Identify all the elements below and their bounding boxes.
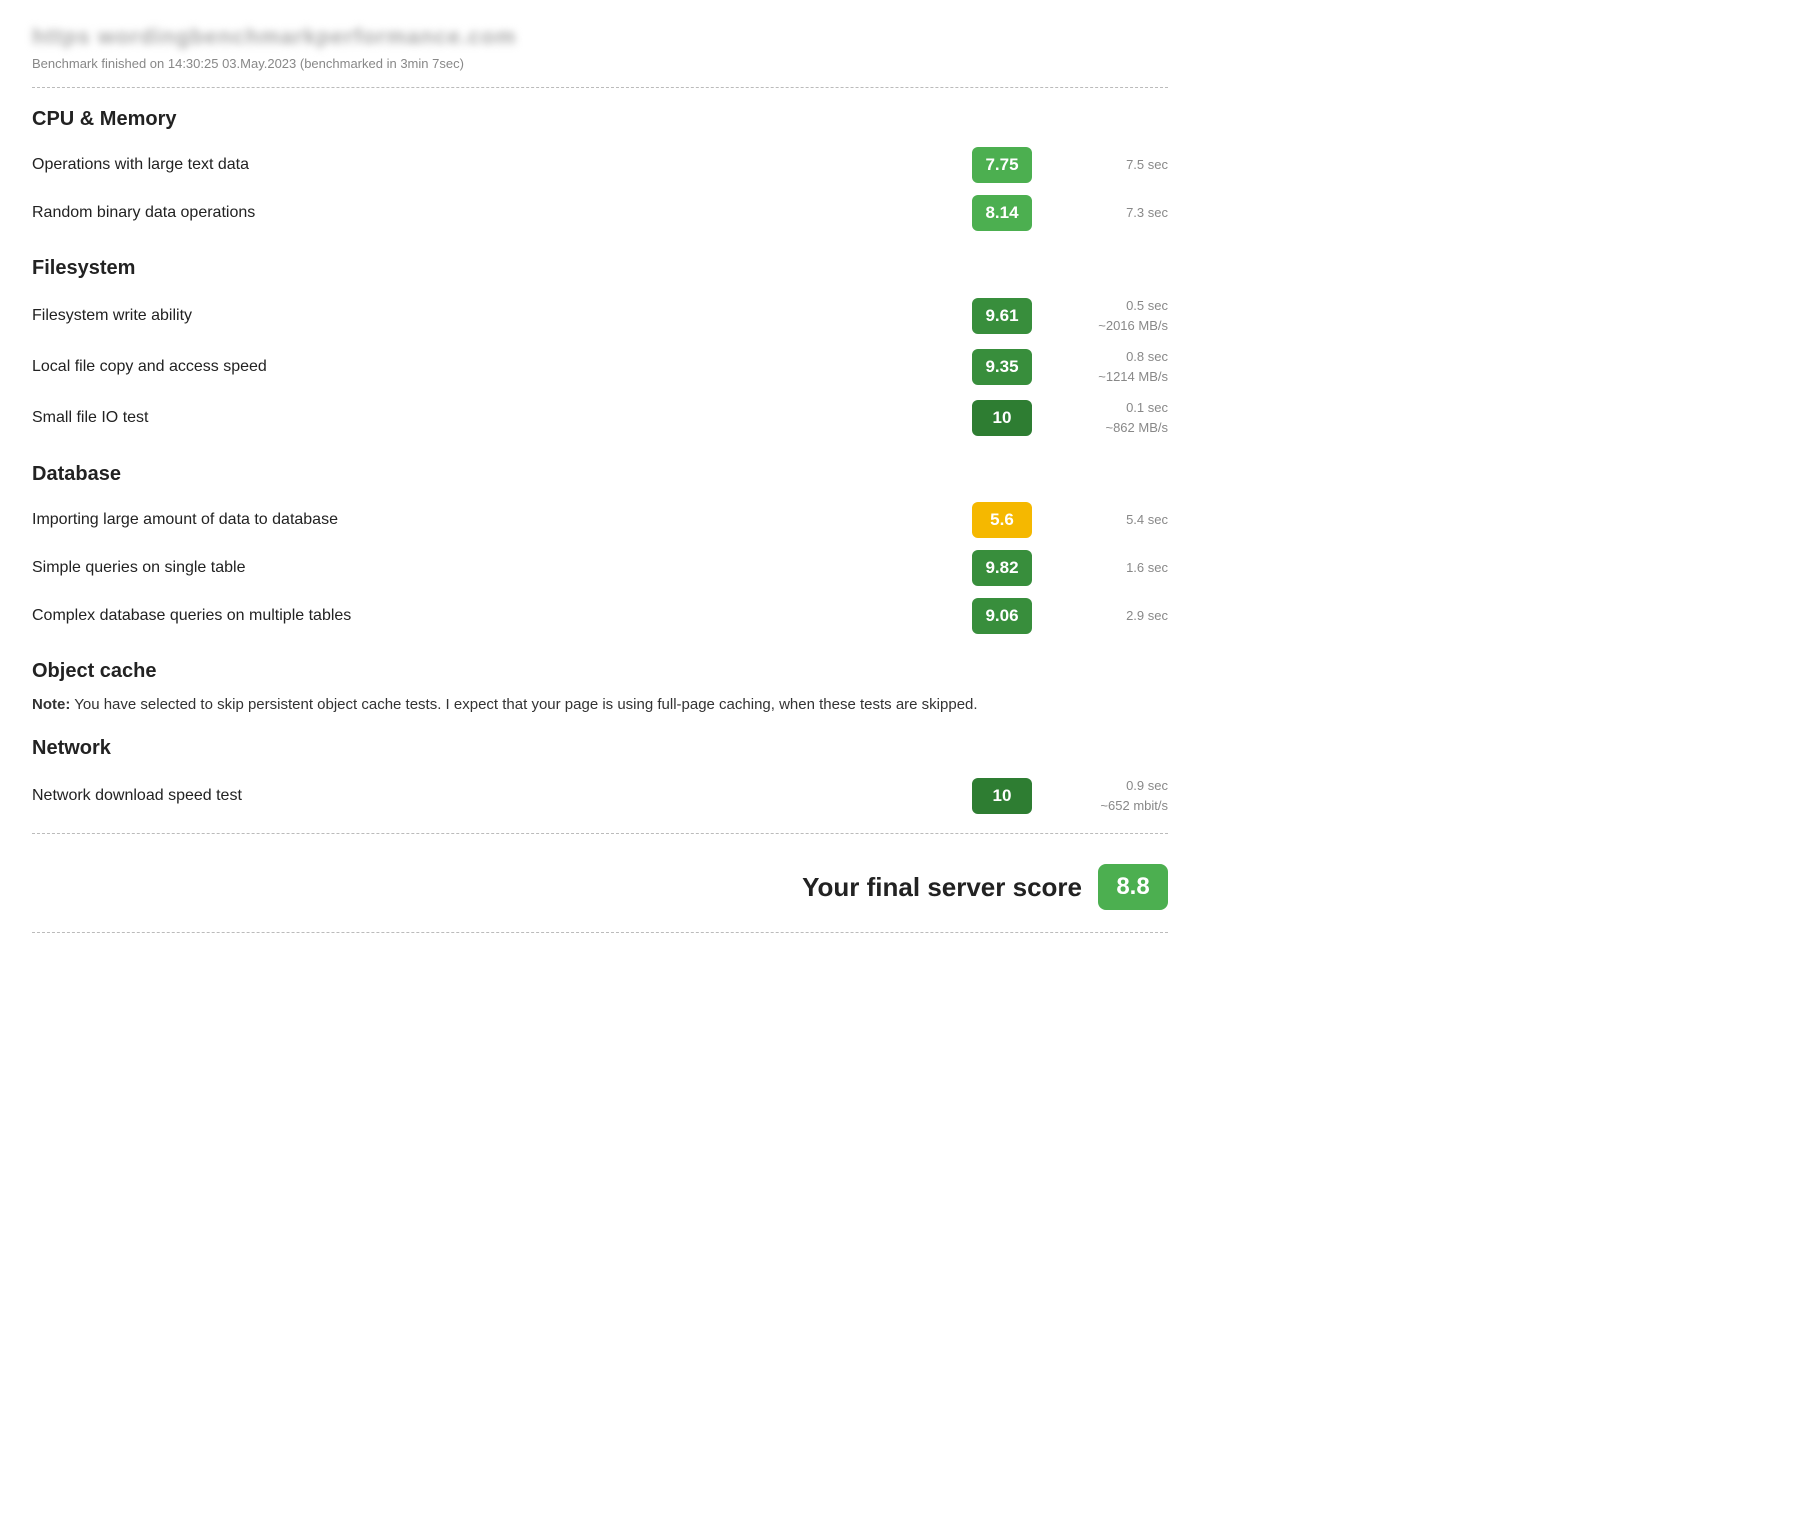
top-divider [32,87,1168,88]
benchmark-meta: 1.6 sec [1048,558,1168,578]
score-badge: 9.61 [972,298,1032,334]
score-badge: 9.82 [972,550,1032,586]
final-score-label: Your final server score [802,872,1082,903]
final-score-row: Your final server score 8.8 [32,846,1168,920]
score-badge: 10 [972,778,1032,814]
benchmark-row: Simple queries on single table9.82 1.6 se… [32,544,1168,592]
benchmark-label: Small file IO test [32,409,972,427]
site-url: https wordingbenchmarkperformance.com [32,24,1168,50]
benchmark-row: Random binary data operations8.14 7.3 sec [32,189,1168,237]
benchmark-label: Operations with large text data [32,156,972,174]
benchmark-meta: 7.5 sec [1048,155,1168,175]
benchmark-meta: 0.5 sec~2016 MB/s [1048,296,1168,335]
benchmark-row: Complex database queries on multiple tab… [32,592,1168,640]
benchmark-row: Operations with large text data7.75 7.5 s… [32,141,1168,189]
score-badge: 8.14 [972,195,1032,231]
section-title-filesystem: Filesystem [32,257,1168,280]
benchmark-meta: 5.4 sec [1048,510,1168,530]
benchmark-label: Random binary data operations [32,204,972,222]
final-score-badge: 8.8 [1098,864,1168,910]
section-title-network: Network [32,737,1168,760]
section-title-object-cache: Object cache [32,660,1168,683]
benchmark-meta: 0.9 sec~652 mbit/s [1048,776,1168,815]
section-note-object-cache: Note: You have selected to skip persiste… [32,693,1168,717]
section-title-database: Database [32,463,1168,486]
benchmark-meta: 7.3 sec [1048,203,1168,223]
benchmark-meta: 0.1 sec~862 MB/s [1048,398,1168,437]
benchmark-row: Local file copy and access speed9.35 0.8 … [32,341,1168,392]
benchmark-info: Benchmark finished on 14:30:25 03.May.20… [32,56,1168,71]
bottom-divider-1 [32,833,1168,834]
score-badge: 5.6 [972,502,1032,538]
score-badge: 7.75 [972,147,1032,183]
benchmark-label: Local file copy and access speed [32,358,972,376]
benchmark-row: Importing large amount of data to databa… [32,496,1168,544]
benchmark-label: Network download speed test [32,787,972,805]
section-title-cpu-memory: CPU & Memory [32,108,1168,131]
benchmark-meta: 0.8 sec~1214 MB/s [1048,347,1168,386]
benchmark-label: Simple queries on single table [32,559,972,577]
benchmark-label: Filesystem write ability [32,307,972,325]
bottom-divider-2 [32,932,1168,933]
score-badge: 9.35 [972,349,1032,385]
benchmark-row: Small file IO test10 0.1 sec~862 MB/s [32,392,1168,443]
benchmark-label: Complex database queries on multiple tab… [32,607,972,625]
benchmark-row: Network download speed test10 0.9 sec~652… [32,770,1168,821]
benchmark-label: Importing large amount of data to databa… [32,511,972,529]
score-badge: 10 [972,400,1032,436]
score-badge: 9.06 [972,598,1032,634]
benchmark-meta: 2.9 sec [1048,606,1168,626]
benchmark-row: Filesystem write ability9.61 0.5 sec~2016… [32,290,1168,341]
